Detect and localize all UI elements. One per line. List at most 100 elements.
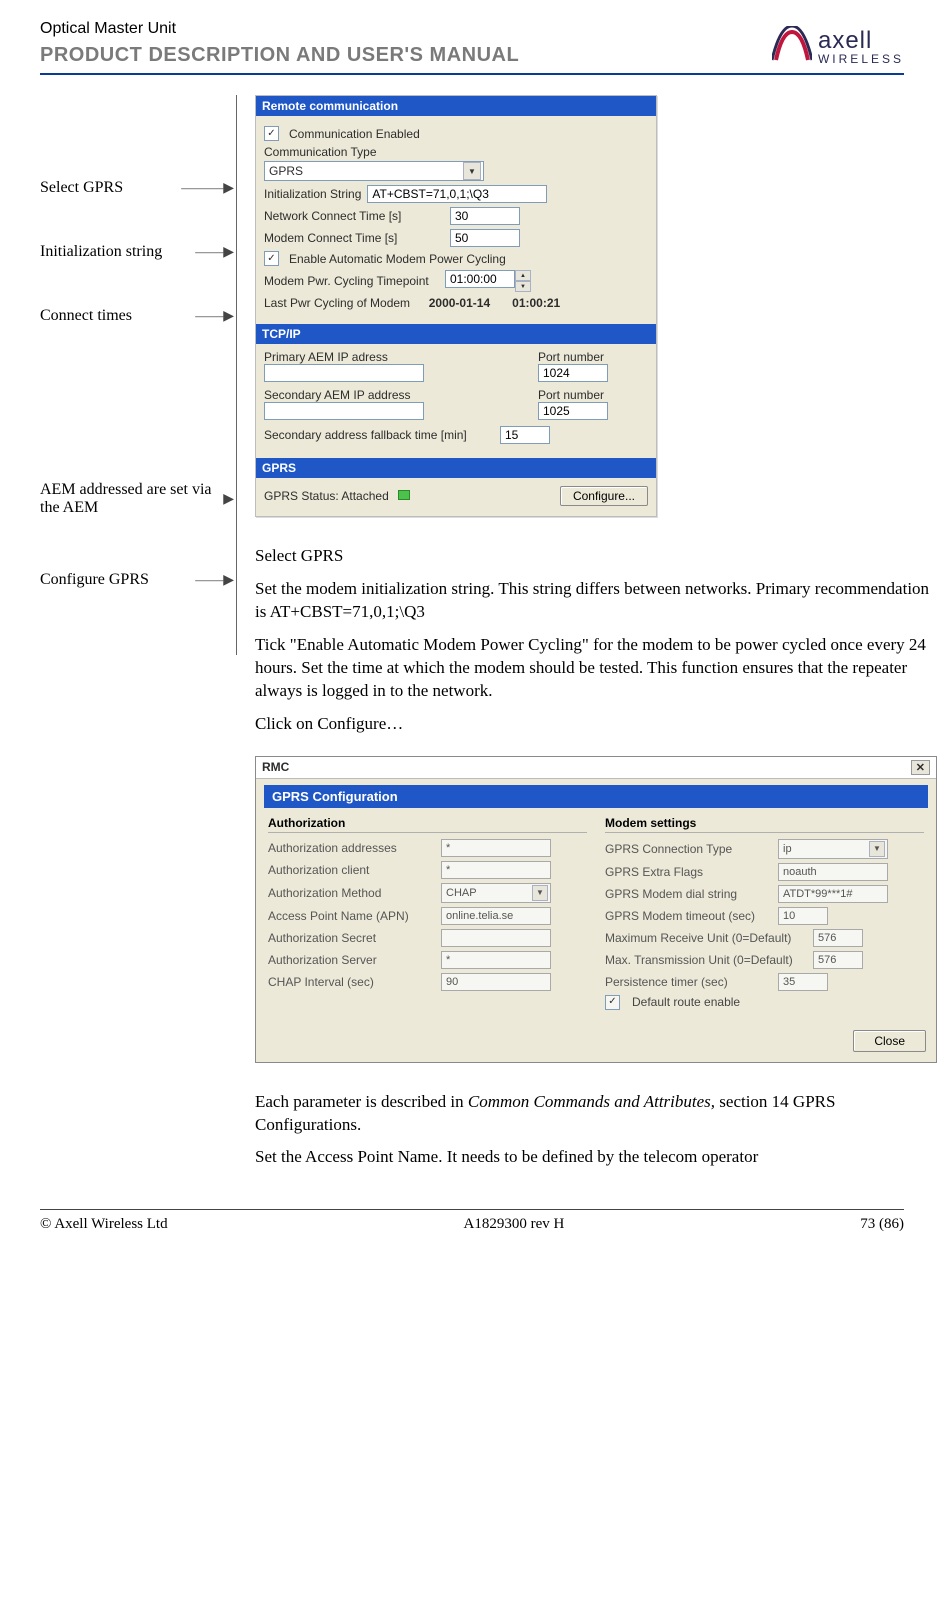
- gprs-status: GPRS Status: Attached: [264, 489, 410, 503]
- spin-down-icon[interactable]: ▼: [515, 281, 531, 292]
- chap-interval-input[interactable]: [441, 973, 551, 991]
- comm-enabled-checkbox[interactable]: ✓: [264, 126, 279, 141]
- callout-connect-times: Connect times――▶: [40, 307, 230, 325]
- cycle-time-input[interactable]: [445, 270, 515, 288]
- modem-connect-input[interactable]: [450, 229, 520, 247]
- section-title-tcpip: TCP/IP: [256, 324, 656, 344]
- callout-aem-addresses: AEM addressed are set via the AEM▶: [40, 481, 230, 517]
- footer-left: © Axell Wireless Ltd: [40, 1216, 168, 1233]
- mtu-input[interactable]: [813, 951, 863, 969]
- dial-string-label: GPRS Modem dial string: [605, 887, 770, 901]
- gprs-status-value: Attached: [341, 489, 388, 503]
- page-header: Optical Master Unit PRODUCT DESCRIPTION …: [40, 20, 904, 75]
- auth-method-select[interactable]: CHAP▼: [441, 883, 551, 903]
- brand-logo: axell WIRELESS: [772, 26, 904, 67]
- auto-cycle-label: Enable Automatic Modem Power Cycling: [289, 252, 506, 266]
- fallback-input[interactable]: [500, 426, 550, 444]
- auth-client-input[interactable]: [441, 861, 551, 879]
- comm-enabled-label: Communication Enabled: [289, 127, 420, 141]
- section-title-remote: Remote communication: [256, 96, 656, 116]
- chevron-down-icon: ▼: [532, 885, 548, 901]
- closing-copy: Each parameter is described in Common Co…: [255, 1091, 937, 1170]
- body-p2: Set the modem initialization string. Thi…: [255, 578, 937, 624]
- arrow-icon: ―――▶: [181, 180, 234, 197]
- modem-timeout-label: GPRS Modem timeout (sec): [605, 909, 770, 923]
- body-p6: Set the Access Point Name. It needs to b…: [255, 1146, 937, 1169]
- body-p3: Tick "Enable Automatic Modem Power Cycli…: [255, 634, 937, 703]
- modem-timeout-input[interactable]: [778, 907, 828, 925]
- rmc-window: RMC ✕ GPRS Configuration Authorization A…: [255, 756, 937, 1063]
- arrow-icon: ▶: [223, 491, 234, 508]
- body-copy: Select GPRS Set the modem initialization…: [255, 545, 937, 736]
- arrow-icon: ――▶: [195, 244, 234, 261]
- section-title-gprs: GPRS: [256, 458, 656, 478]
- footer-right: 73 (86): [860, 1216, 904, 1233]
- primary-port-label: Port number: [538, 350, 648, 364]
- footer-center: A1829300 rev H: [464, 1216, 565, 1233]
- chap-interval-label: CHAP Interval (sec): [268, 975, 433, 989]
- logo-icon: [772, 26, 812, 67]
- auth-head: Authorization: [268, 816, 587, 833]
- auth-server-input[interactable]: [441, 951, 551, 969]
- authorization-column: Authorization Authorization addresses Au…: [268, 816, 587, 1014]
- secondary-port-input[interactable]: [538, 402, 608, 420]
- auth-secret-label: Authorization Secret: [268, 931, 433, 945]
- logo-subtext: WIRELESS: [818, 53, 904, 65]
- chevron-down-icon: ▼: [463, 162, 481, 180]
- auth-addresses-input[interactable]: [441, 839, 551, 857]
- extra-flags-input[interactable]: [778, 863, 888, 881]
- persist-input[interactable]: [778, 973, 828, 991]
- apn-label: Access Point Name (APN): [268, 909, 433, 923]
- secondary-ip-label: Secondary AEM IP address: [264, 388, 518, 402]
- default-route-checkbox[interactable]: ✓: [605, 995, 620, 1010]
- last-cycle-time: 01:00:21: [512, 296, 560, 310]
- close-icon[interactable]: ✕: [911, 760, 930, 775]
- net-connect-input[interactable]: [450, 207, 520, 225]
- auth-addresses-label: Authorization addresses: [268, 841, 433, 855]
- mtu-label: Max. Transmission Unit (0=Default): [605, 953, 805, 967]
- mru-input[interactable]: [813, 929, 863, 947]
- persist-label: Persistence timer (sec): [605, 975, 770, 989]
- init-string-input[interactable]: [367, 185, 547, 203]
- secondary-ip-input[interactable]: [264, 402, 424, 420]
- arrow-icon: ――▶: [195, 308, 234, 325]
- cycle-time-label: Modem Pwr. Cycling Timepoint: [264, 274, 439, 288]
- chevron-down-icon: ▼: [869, 841, 885, 857]
- modem-settings-column: Modem settings GPRS Connection Type ip▼ …: [605, 816, 924, 1014]
- primary-port-input[interactable]: [538, 364, 608, 382]
- primary-ip-label: Primary AEM IP adress: [264, 350, 518, 364]
- dial-string-input[interactable]: [778, 885, 888, 903]
- callout-column: Select GPRS―――▶ Initialization string――▶…: [40, 95, 237, 655]
- extra-flags-label: GPRS Extra Flags: [605, 865, 770, 879]
- gprs-config-title: GPRS Configuration: [264, 785, 928, 808]
- body-p4: Click on Configure…: [255, 713, 937, 736]
- conn-type-label: GPRS Connection Type: [605, 842, 770, 856]
- spin-buttons[interactable]: ▲ ▼: [515, 270, 531, 292]
- header-left: Optical Master Unit PRODUCT DESCRIPTION …: [40, 20, 519, 67]
- manual-title: PRODUCT DESCRIPTION AND USER'S MANUAL: [40, 44, 519, 67]
- callout-init-string: Initialization string――▶: [40, 243, 230, 261]
- fallback-label: Secondary address fallback time [min]: [264, 428, 494, 442]
- close-button[interactable]: Close: [853, 1030, 926, 1052]
- auth-method-label: Authorization Method: [268, 886, 433, 900]
- conn-type-select[interactable]: ip▼: [778, 839, 888, 859]
- comm-type-select[interactable]: GPRS ▼: [264, 161, 484, 181]
- arrow-icon: ――▶: [195, 572, 234, 589]
- init-string-label: Initialization String: [264, 187, 361, 201]
- last-cycle-label: Last Pwr Cycling of Modem: [264, 296, 410, 310]
- body-p5: Each parameter is described in Common Co…: [255, 1091, 937, 1137]
- gprs-status-label: GPRS Status:: [264, 489, 341, 503]
- body-p1: Select GPRS: [255, 545, 937, 568]
- net-connect-label: Network Connect Time [s]: [264, 209, 444, 223]
- spin-up-icon[interactable]: ▲: [515, 270, 531, 281]
- primary-ip-input[interactable]: [264, 364, 424, 382]
- auto-cycle-checkbox[interactable]: ✓: [264, 251, 279, 266]
- configure-button[interactable]: Configure...: [560, 486, 648, 506]
- auth-secret-input[interactable]: [441, 929, 551, 947]
- auth-server-label: Authorization Server: [268, 953, 433, 967]
- status-indicator-icon: [398, 490, 410, 500]
- product-name: Optical Master Unit: [40, 20, 519, 38]
- modem-head: Modem settings: [605, 816, 924, 833]
- page-footer: © Axell Wireless Ltd A1829300 rev H 73 (…: [40, 1209, 904, 1233]
- apn-input[interactable]: [441, 907, 551, 925]
